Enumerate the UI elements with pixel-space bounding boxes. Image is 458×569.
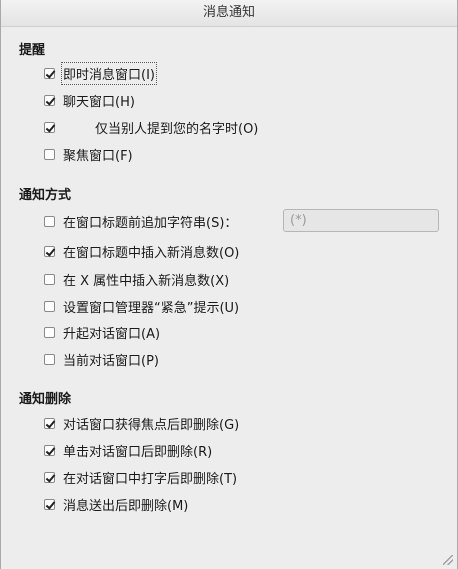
checkbox-label: 聚焦窗口(F)	[63, 148, 133, 164]
checkbox-label: 即时消息窗口(I)	[61, 61, 157, 85]
checkbox-only-when-named[interactable]	[44, 121, 55, 133]
checkbox-chat-window[interactable]	[44, 94, 55, 106]
section-title-remind: 提醒	[19, 43, 46, 58]
checkbox-row-focus-window[interactable]: 聚焦窗口(F)	[44, 145, 133, 164]
checkbox-remove-on-send[interactable]	[44, 498, 55, 510]
checkbox-label: 升起对话窗口(A)	[63, 326, 161, 342]
checkbox-remove-on-focus[interactable]	[44, 417, 55, 429]
checkbox-label: 在对话窗口中打字后即删除(T)	[63, 471, 238, 487]
checkbox-label: 在 X 属性中插入新消息数(X)	[63, 273, 230, 289]
checkbox-row-prepend-string[interactable]: 在窗口标题前追加字符串(S)：	[44, 212, 238, 231]
checkbox-row-remove-on-send[interactable]: 消息送出后即删除(M)	[44, 495, 189, 514]
prefix-string-input[interactable]	[283, 209, 439, 232]
checkbox-label: 在窗口标题前追加字符串(S)：	[63, 215, 238, 231]
checkbox-row-remove-on-click[interactable]: 单击对话窗口后即删除(R)	[44, 441, 213, 460]
checkbox-label: 单击对话窗口后即删除(R)	[63, 444, 213, 460]
checkbox-remove-on-type[interactable]	[44, 471, 55, 483]
message-notification-window: 消息通知 提醒 即时消息窗口(I) 聊天窗口(H) 仅当别人提到您的名字时(O)…	[0, 0, 458, 569]
checkbox-row-chat-window[interactable]: 聊天窗口(H)	[44, 91, 135, 110]
window-title: 消息通知	[1, 0, 457, 27]
checkbox-prepend-string[interactable]	[44, 215, 55, 227]
checkbox-label: 仅当别人提到您的名字时(O)	[95, 121, 259, 137]
checkbox-label: 对话窗口获得焦点后即删除(G)	[63, 417, 240, 433]
checkbox-im-window[interactable]	[44, 67, 55, 79]
checkbox-label: 聊天窗口(H)	[63, 94, 135, 110]
checkbox-row-remove-on-focus[interactable]: 对话窗口获得焦点后即删除(G)	[44, 414, 240, 433]
section-title-method: 通知方式	[19, 188, 72, 203]
checkbox-label: 消息送出后即删除(M)	[63, 498, 189, 514]
checkbox-count-in-x-property[interactable]	[44, 273, 55, 285]
checkbox-count-in-title[interactable]	[44, 245, 55, 257]
resize-grip-icon[interactable]	[443, 555, 453, 565]
checkbox-raise-window[interactable]	[44, 326, 55, 338]
checkbox-present-window[interactable]	[44, 353, 55, 365]
checkbox-focus-window[interactable]	[44, 148, 55, 160]
section-title-remove: 通知删除	[19, 392, 72, 407]
checkbox-row-count-in-title[interactable]: 在窗口标题中插入新消息数(O)	[44, 242, 240, 261]
checkbox-row-im-window[interactable]: 即时消息窗口(I)	[44, 61, 157, 85]
checkbox-row-present-window[interactable]: 当前对话窗口(P)	[44, 350, 159, 369]
checkbox-remove-on-click[interactable]	[44, 444, 55, 456]
checkbox-row-count-in-x-property[interactable]: 在 X 属性中插入新消息数(X)	[44, 270, 230, 289]
checkbox-row-remove-on-type[interactable]: 在对话窗口中打字后即删除(T)	[44, 468, 238, 487]
checkbox-label: 设置窗口管理器“紧急”提示(U)	[63, 300, 240, 316]
checkbox-label: 在窗口标题中插入新消息数(O)	[63, 245, 240, 261]
checkbox-urgent-hint[interactable]	[44, 300, 55, 312]
checkbox-row-raise-window[interactable]: 升起对话窗口(A)	[44, 323, 161, 342]
checkbox-row-urgent-hint[interactable]: 设置窗口管理器“紧急”提示(U)	[44, 297, 240, 316]
checkbox-row-only-when-named[interactable]: 仅当别人提到您的名字时(O)	[44, 118, 259, 137]
checkbox-label: 当前对话窗口(P)	[63, 353, 159, 369]
